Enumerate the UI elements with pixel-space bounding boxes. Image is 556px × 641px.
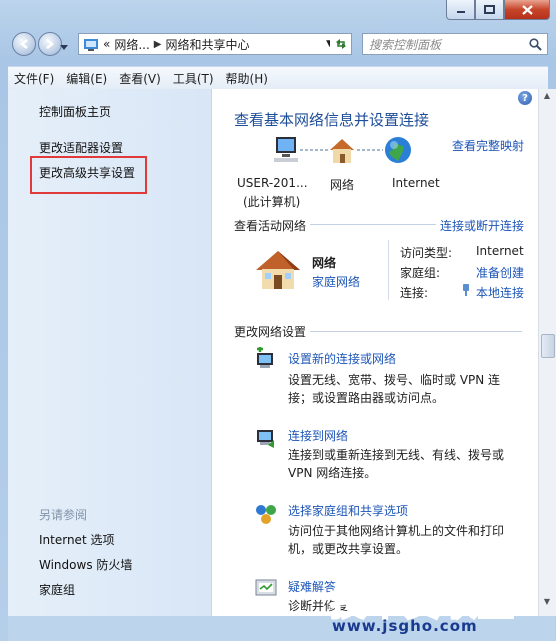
connect-network-icon [257,430,274,448]
search-input[interactable]: 搜索控制面板 [362,33,548,55]
access-type-value: Internet [476,244,524,258]
active-networks-heading: 查看活动网络 [234,219,307,233]
sidebar-item-firewall[interactable]: Windows 防火墙 [39,556,132,573]
sidebar-item-adapter-settings[interactable]: 更改适配器设置 [39,139,123,156]
connect-to-network-link[interactable]: 连接到网络 [288,427,348,444]
scroll-up-icon[interactable]: ▲ [541,91,553,105]
setup-connection-desc-2: 接；或设置路由器或访问点。 [288,391,445,405]
homegroup-options-link[interactable]: 选择家庭组和共享选项 [288,502,408,519]
close-button[interactable] [504,0,550,20]
sidebar-item-internet-options[interactable]: Internet 选项 [39,531,114,548]
search-placeholder: 搜索控制面板 [369,37,442,52]
setup-connection-link[interactable]: 设置新的连接或网络 [288,350,396,367]
search-icon[interactable] [529,37,542,51]
breadcrumb-sharing-center[interactable]: 网络和共享中心 [166,36,250,53]
refresh-button[interactable] [330,33,352,55]
menu-edit[interactable]: 编辑(E) [60,70,113,87]
troubleshoot-link[interactable]: 疑难解答 [288,578,336,595]
vertical-scrollbar[interactable]: ▲ ▼ [538,89,556,616]
homegroup-desc-1: 访问位于其他网络计算机上的文件和打印 [288,524,505,538]
see-also-header: 另请参阅 [39,508,88,522]
minimize-icon [456,10,465,13]
caption-buttons [446,0,550,20]
maximize-icon [484,5,495,14]
back-button[interactable] [12,32,36,56]
watermark-url: www.jsgho.com [332,617,478,635]
connect-network-desc-2: VPN 网络连接。 [288,466,377,480]
computer-sub-label: (此计算机) [243,195,301,209]
network-label: 网络 [330,178,355,192]
homegroup-link[interactable]: 准备创建 [476,264,524,281]
network-house-icon [330,139,354,163]
access-type-label: 访问类型: [400,246,453,260]
forward-button[interactable] [38,32,62,56]
breadcrumb-chevron-icon[interactable]: ▶ [154,39,162,50]
menu-view[interactable]: 查看(V) [113,70,167,87]
close-icon [521,4,533,15]
computer-icon [274,137,298,162]
address-overflow[interactable]: « [103,37,110,51]
connection-label: 连接: [400,286,429,300]
sidebar-item-homegroup[interactable]: 家庭组 [39,581,75,598]
troubleshoot-icon [255,579,277,596]
section-divider [310,331,522,332]
connect-disconnect-link[interactable]: 连接或断开连接 [440,217,524,234]
setup-connection-desc-1: 设置无线、宽带、拨号、临时或 VPN 连 [288,373,501,387]
forward-arrow-icon [46,39,55,49]
back-arrow-icon [19,39,28,49]
scroll-thumb[interactable] [541,334,555,358]
refresh-icon [335,39,346,49]
homegroup-sharing-icon [256,505,276,524]
network-folder-icon [84,39,98,51]
navigation-bar: « 网络... ▶ 网络和共享中心 ▼ 搜索控制面板 [8,30,548,60]
chevron-down-icon [60,45,68,50]
recent-pages-dropdown[interactable] [60,40,68,54]
menu-tools[interactable]: 工具(T) [167,70,220,87]
local-connection-link[interactable]: 本地连接 [476,284,524,301]
network-type-link[interactable]: 家庭网络 [312,273,360,290]
network-map [274,137,411,163]
change-settings-heading: 更改网络设置 [234,325,307,339]
connection-plug-icon [463,284,469,296]
section-divider [310,224,436,225]
breadcrumb-network[interactable]: 网络... [114,36,149,53]
page-title: 查看基本网络信息并设置连接 [234,111,430,129]
minimize-button[interactable] [446,0,475,20]
address-bar[interactable]: « 网络... ▶ 网络和共享中心 ▼ [78,33,338,55]
homegroup-desc-2: 机，或更改共享设置。 [288,542,409,556]
active-network-name: 网络 [312,256,337,270]
details-divider [388,240,389,300]
home-network-icon [256,251,300,289]
computer-label: USER-201... [237,176,308,190]
annotation-highlight-box [30,156,147,194]
menu-file[interactable]: 文件(F) [8,70,60,87]
help-icon[interactable]: ? [518,91,532,105]
sidebar-item-control-panel-home[interactable]: 控制面板主页 [39,103,111,120]
internet-label: Internet [392,176,440,190]
menu-help[interactable]: 帮助(H) [220,70,274,87]
homegroup-label: 家庭组: [400,266,441,280]
new-connection-icon [257,347,273,368]
maximize-button[interactable] [475,0,504,20]
full-map-link[interactable]: 查看完整映射 [452,137,524,154]
scroll-down-icon[interactable]: ▼ [541,597,553,611]
internet-globe-icon [385,137,411,163]
menu-bar: 文件(F) 编辑(E) 查看(V) 工具(T) 帮助(H) [8,66,548,90]
connect-network-desc-1: 连接到或重新连接到无线、有线、拨号或 [288,448,505,462]
